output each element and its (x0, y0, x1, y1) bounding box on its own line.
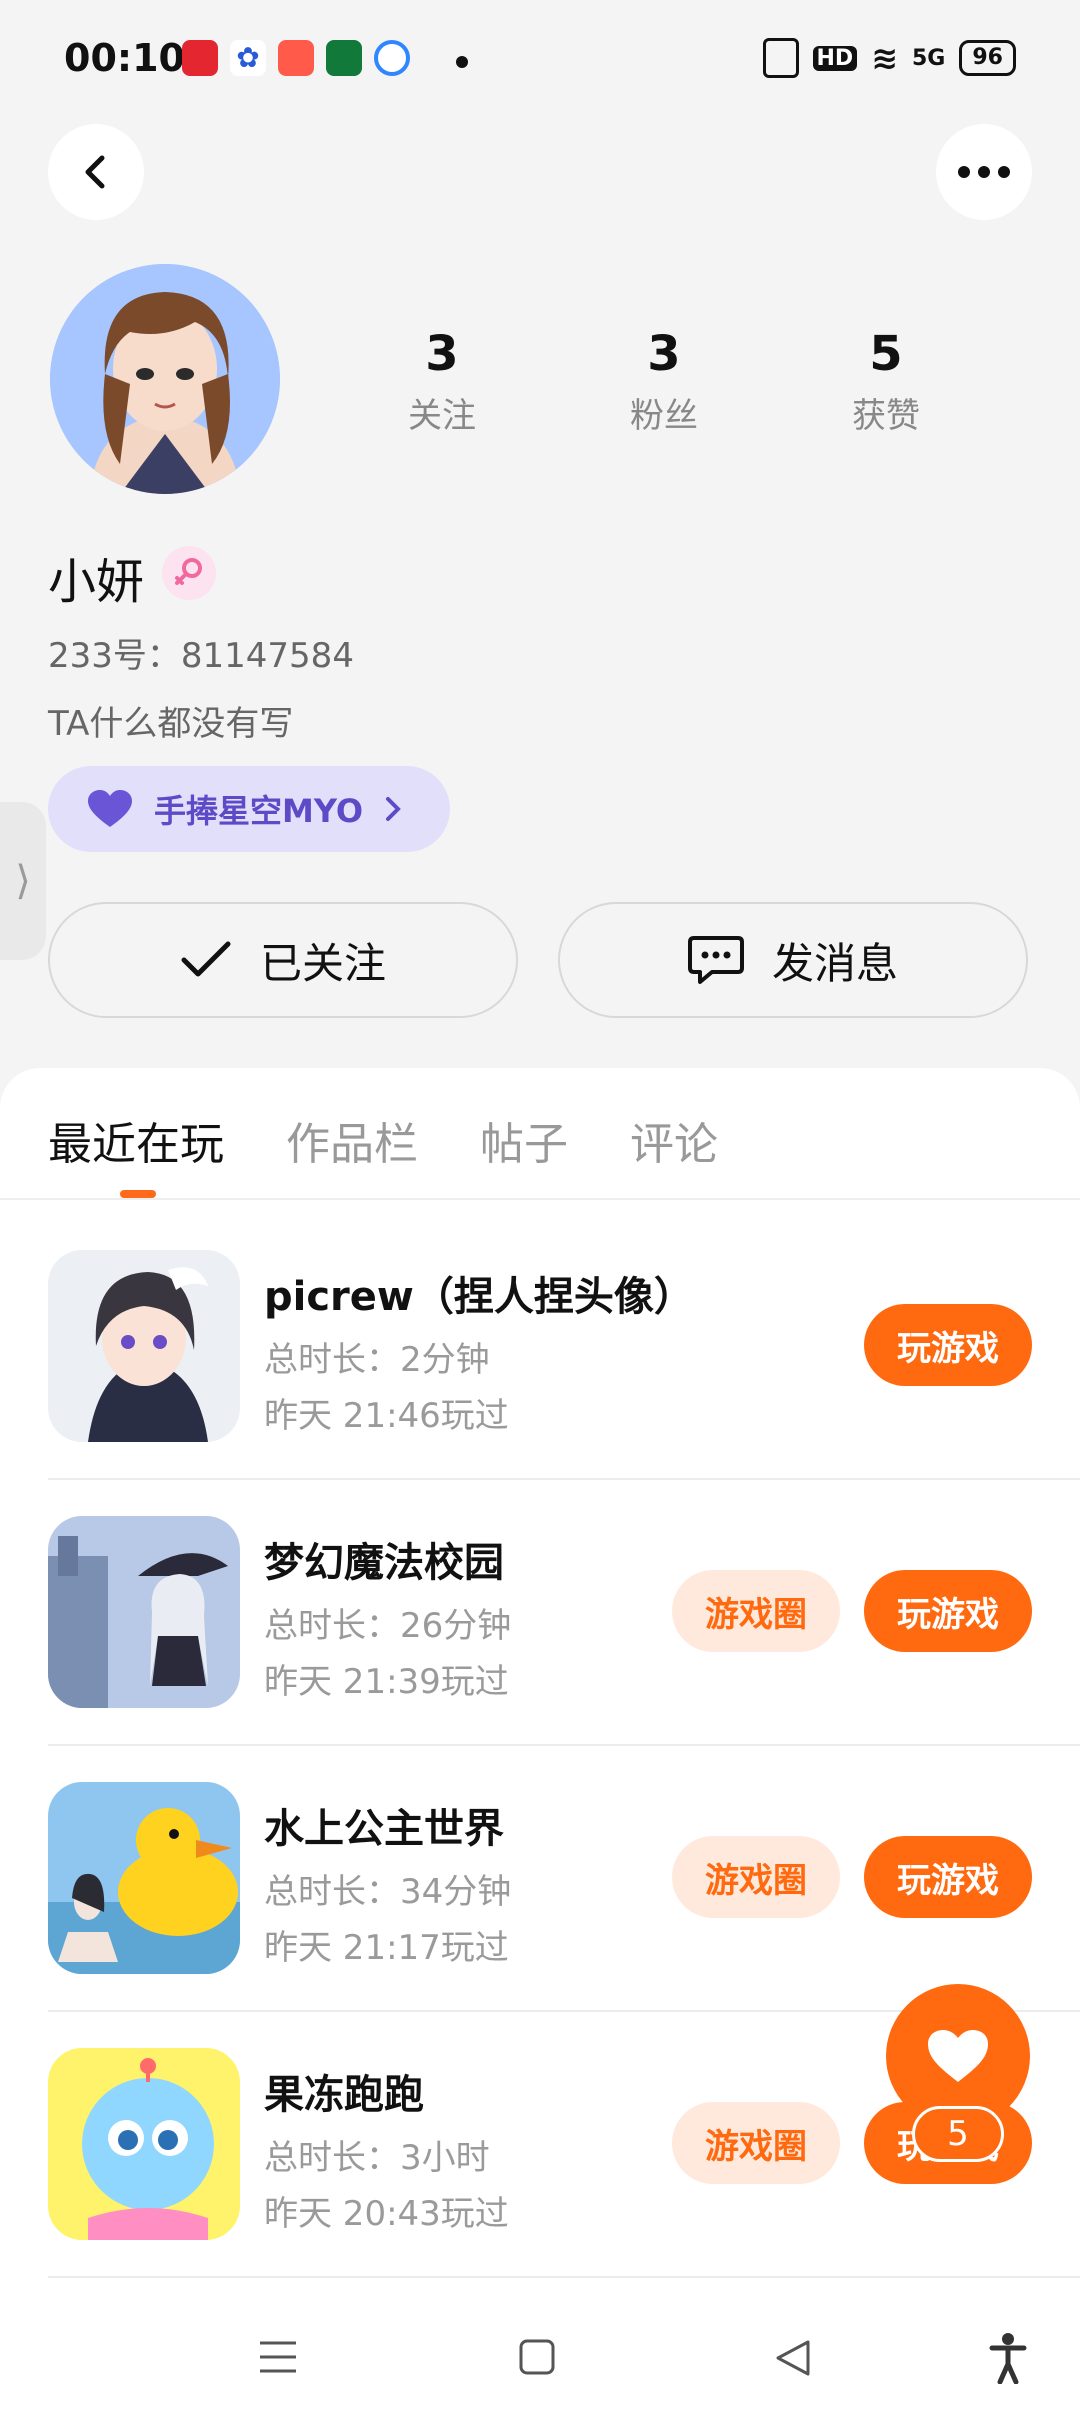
play-game-button[interactable]: 玩游戏 (864, 1836, 1032, 1918)
home-square-icon[interactable] (518, 2338, 556, 2376)
game-row[interactable]: picrew（捏人捏头像） 总时长：2分钟 昨天 21:46玩过 玩游戏 (48, 1250, 1080, 1516)
row-divider (48, 2276, 1080, 2278)
heart-icon (88, 790, 132, 827)
like-count-badge: 5 (912, 2106, 1004, 2162)
row-divider (48, 1744, 1080, 1746)
hd-icon: HD (812, 45, 858, 71)
tab-posts[interactable]: 帖子 (480, 1108, 568, 1172)
nfc-icon (762, 38, 799, 78)
system-status-icons: HD ≋ 5G 96 (762, 38, 1016, 78)
active-tab-indicator (120, 1190, 156, 1198)
followers-count: 3 (647, 326, 681, 382)
likes-stat[interactable]: 5 获赞 (776, 326, 996, 437)
game-title: 梦幻魔法校园 (264, 1540, 504, 1586)
play-game-button[interactable]: 玩游戏 (864, 1304, 1032, 1386)
heart-icon (928, 2030, 988, 2082)
likes-count: 5 (869, 326, 903, 382)
game-thumbnail (48, 1250, 240, 1442)
game-title: picrew（捏人捏头像） (264, 1274, 694, 1320)
status-time: 00:10 (64, 36, 185, 80)
check-icon (181, 941, 231, 977)
side-drawer-handle[interactable]: ⟩ (0, 802, 46, 960)
game-thumbnail (48, 2048, 240, 2240)
game-title: 水上公主世界 (264, 1806, 504, 1852)
avatar[interactable] (50, 264, 280, 494)
chevron-right-icon (386, 797, 401, 821)
row-divider (48, 1478, 1080, 1480)
status-bar: 00:10 ✿ HD ≋ 5G 96 (0, 0, 1080, 120)
followers-label: 粉丝 (630, 396, 698, 436)
user-name: 小妍 (48, 554, 145, 610)
accessibility-icon[interactable] (988, 2332, 1028, 2384)
game-cover-image (48, 1250, 240, 1442)
chat-bubble-icon (687, 936, 744, 984)
app-notification-icon (278, 40, 314, 76)
user-bio: TA什么都没有写 (48, 704, 294, 744)
female-icon (175, 558, 202, 585)
game-circle-button[interactable]: 游戏圈 (672, 2102, 840, 2184)
user-id: 233号：81147584 (48, 636, 354, 676)
message-button[interactable]: 发消息 (558, 902, 1028, 1018)
game-row[interactable]: 梦幻魔法校园 总时长：26分钟 昨天 21:39玩过 游戏圈 玩游戏 (48, 1516, 1080, 1782)
game-duration: 总时长：3小时 (264, 2138, 490, 2178)
game-duration: 总时长：2分钟 (264, 1340, 490, 1380)
game-thumbnail (48, 1782, 240, 1974)
following-count: 3 (425, 326, 459, 382)
browser-icon (374, 40, 410, 76)
following-label: 关注 (408, 396, 476, 436)
game-cover-image (48, 1782, 240, 1974)
followers-stat[interactable]: 3 粉丝 (554, 326, 774, 437)
game-title: 果冻跑跑 (264, 2072, 424, 2118)
tab-comments[interactable]: 评论 (630, 1108, 718, 1172)
more-notifications-dot (456, 56, 468, 68)
game-thumbnail (48, 1516, 240, 1708)
oppo-icon (326, 40, 362, 76)
menu-icon[interactable] (258, 2340, 298, 2374)
badge-label: 手捧星空MYO (154, 792, 364, 830)
back-button[interactable] (48, 124, 144, 220)
notification-icons: ✿ (182, 40, 410, 76)
wifi-icon: ≋ (871, 39, 898, 77)
gender-badge (162, 546, 216, 600)
chevron-left-icon (85, 155, 105, 189)
game-circle-button[interactable]: 游戏圈 (672, 1570, 840, 1652)
more-dots-icon (958, 166, 1010, 178)
game-cover-image (48, 2048, 240, 2240)
play-game-button[interactable]: 玩游戏 (864, 1570, 1032, 1652)
tab-bar: 最近在玩 作品栏 帖子 评论 (48, 1108, 718, 1172)
system-navigation-bar (0, 2294, 1080, 2412)
game-last-played: 昨天 21:46玩过 (264, 1396, 509, 1436)
star-badge-pill[interactable]: 手捧星空MYO (48, 766, 450, 852)
tab-recently-played[interactable]: 最近在玩 (48, 1108, 224, 1172)
game-circle-button[interactable]: 游戏圈 (672, 1836, 840, 1918)
likes-label: 获赞 (852, 396, 920, 436)
game-last-played: 昨天 21:17玩过 (264, 1928, 509, 1968)
game-duration: 总时长：26分钟 (264, 1606, 512, 1646)
game-duration: 总时长：34分钟 (264, 1872, 512, 1912)
following-stat[interactable]: 3 关注 (332, 326, 552, 437)
follow-button[interactable]: 已关注 (48, 902, 518, 1018)
app-notification-icon (182, 40, 218, 76)
follow-label: 已关注 (259, 938, 386, 988)
game-last-played: 昨天 20:43玩过 (264, 2194, 509, 2234)
message-label: 发消息 (771, 938, 898, 988)
game-last-played: 昨天 21:39玩过 (264, 1662, 509, 1702)
more-options-button[interactable] (936, 124, 1032, 220)
back-triangle-icon[interactable] (774, 2338, 812, 2378)
signal-5g-icon: 5G (912, 45, 946, 71)
battery-indicator: 96 (959, 40, 1016, 76)
tab-divider (0, 1198, 1080, 1200)
tab-works[interactable]: 作品栏 (286, 1108, 418, 1172)
avatar-illustration (50, 264, 280, 494)
baidu-icon: ✿ (230, 40, 266, 76)
game-cover-image (48, 1516, 240, 1708)
